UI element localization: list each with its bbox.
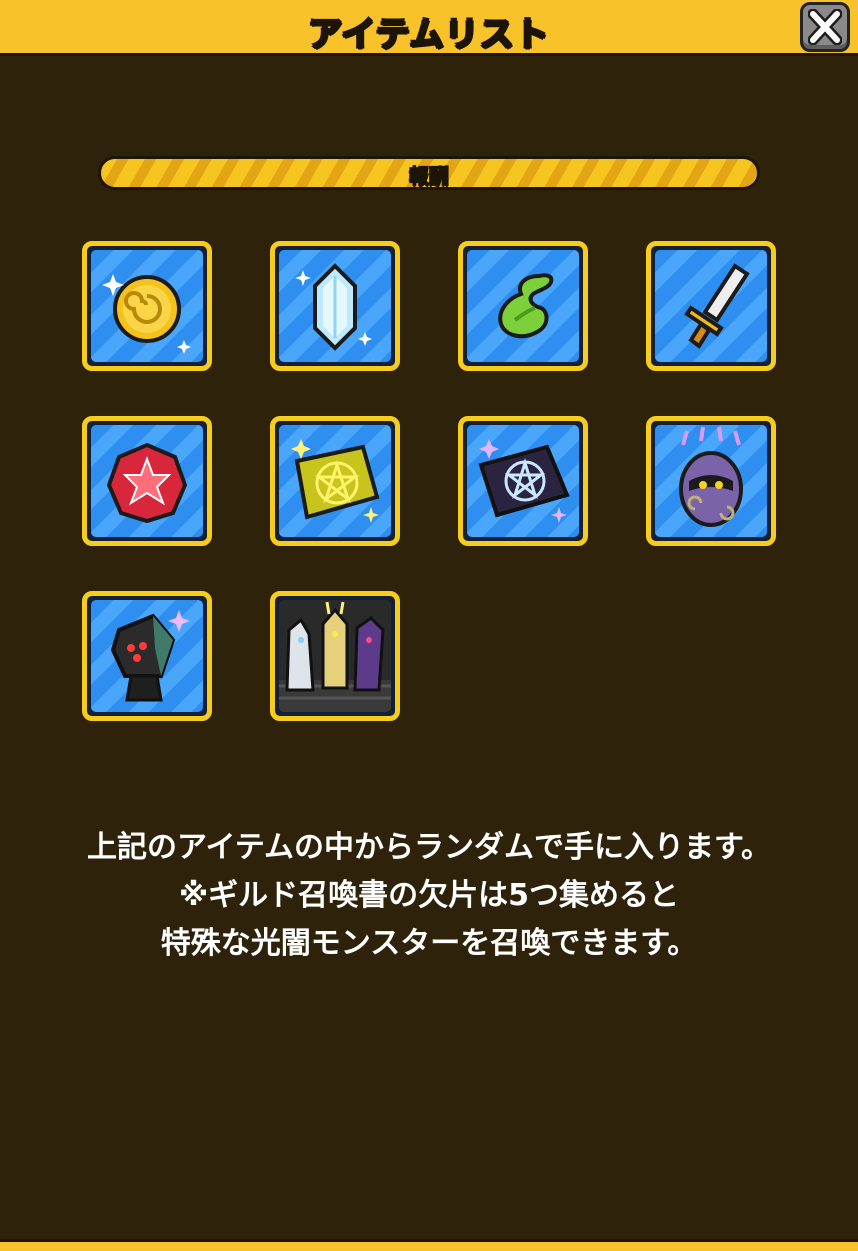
- item-tile-red-gem[interactable]: [82, 416, 212, 546]
- monster-group-icon: [279, 601, 391, 712]
- header-bar: アイテムリスト: [0, 0, 858, 56]
- red-gem-icon: [106, 442, 188, 524]
- item-tile-monsters[interactable]: [270, 591, 400, 721]
- item-tile-egg[interactable]: [646, 416, 776, 546]
- item-tile-character[interactable]: [82, 591, 212, 721]
- item-tile-leaf[interactable]: [458, 241, 588, 371]
- footer-bar: [0, 1239, 858, 1251]
- green-leaf-icon: [498, 273, 554, 339]
- item-tile-crystal[interactable]: [270, 241, 400, 371]
- item-tile-dark-scroll[interactable]: [458, 416, 588, 546]
- crystal-icon: [295, 263, 372, 351]
- item-tile-gold-scroll[interactable]: [270, 416, 400, 546]
- description-line-2: ※ギルド召喚書の欠片は5つ集めると: [178, 878, 680, 913]
- close-button[interactable]: [800, 2, 850, 52]
- cube-head-character-icon: [110, 610, 190, 702]
- reward-section-header: 報酬: [98, 156, 760, 190]
- sword-icon: [684, 263, 750, 349]
- item-tile-coin[interactable]: [82, 241, 212, 371]
- purple-egg-icon: [679, 426, 743, 527]
- gold-scroll-icon: [291, 439, 380, 523]
- close-icon: [808, 9, 842, 45]
- item-tile-sword[interactable]: [646, 241, 776, 371]
- description-line-3: 特殊な光闇モンスターを召喚できます。: [160, 926, 698, 961]
- coin-icon: [102, 274, 191, 354]
- description-line-1: 上記のアイテムの中からランダムで手に入ります。: [87, 830, 771, 865]
- dark-scroll-icon: [478, 439, 570, 523]
- page-title: アイテムリスト: [307, 13, 550, 55]
- reward-section-label: 報酬: [408, 163, 450, 189]
